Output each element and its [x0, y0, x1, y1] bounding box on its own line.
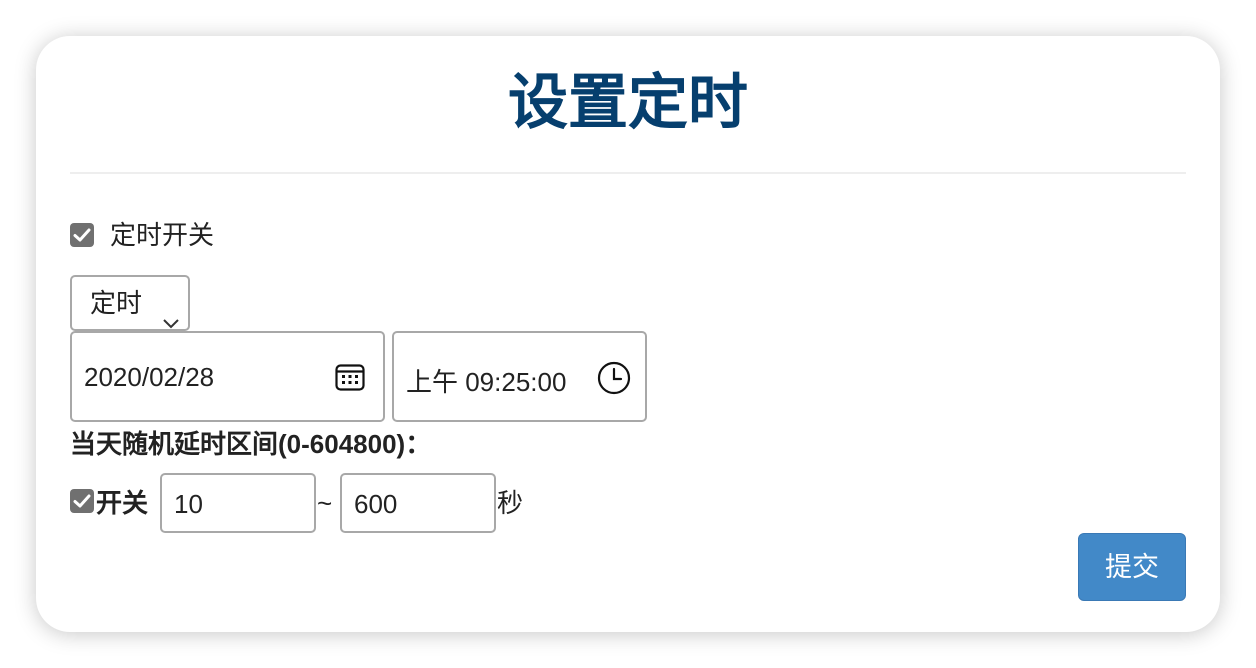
- random-delay-checkbox[interactable]: [70, 489, 94, 513]
- delay-min-input[interactable]: 10: [160, 473, 316, 533]
- timer-mode-selected: 定时: [90, 288, 143, 318]
- date-input-value: 2020/02/28: [84, 362, 215, 392]
- delay-max-input[interactable]: 600: [340, 473, 496, 533]
- seconds-unit-label: 秒: [497, 488, 524, 518]
- submit-button[interactable]: 提交: [1078, 533, 1186, 601]
- checkmark-icon: [73, 228, 91, 242]
- timer-mode-select[interactable]: 定时: [70, 275, 190, 331]
- range-separator: ~: [317, 488, 333, 518]
- title-divider: [70, 172, 1186, 174]
- time-input[interactable]: 上午 09:25:00: [392, 331, 647, 422]
- dialog-title: 设置定时: [508, 69, 748, 136]
- checkmark-icon: [73, 494, 91, 508]
- timer-switch-label: 定时开关: [110, 220, 215, 250]
- time-input-value: 上午 09:25:00: [406, 367, 567, 397]
- random-delay-heading: 当天随机延时区间(0-604800)：: [70, 429, 432, 459]
- clock-icon[interactable]: [597, 361, 631, 402]
- timer-switch-checkbox[interactable]: [70, 223, 94, 247]
- delay-max-value: 600: [354, 489, 398, 519]
- date-input[interactable]: 2020/02/28: [70, 331, 385, 422]
- timer-settings-dialog: 设置定时 定时开关 定时 2020/02/28 上午 09:25:00 当天随机…: [36, 36, 1220, 632]
- calendar-icon[interactable]: [334, 361, 366, 400]
- random-delay-switch-label: 开关: [96, 488, 149, 518]
- delay-min-value: 10: [174, 489, 203, 519]
